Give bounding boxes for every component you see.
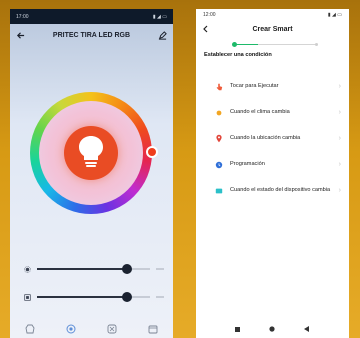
step-dot-next [315, 43, 318, 46]
slider-fill [37, 296, 128, 298]
edit-icon[interactable] [158, 30, 167, 40]
chevron-right-icon: › [338, 161, 341, 169]
chevron-right-icon: › [338, 187, 341, 195]
slider-track[interactable] [37, 264, 150, 274]
condition-item-tap[interactable]: Tocar para Ejecutar › [196, 74, 349, 100]
slider-thumb[interactable] [122, 264, 133, 274]
status-bar: 12:00 ▮ ◢ ▭ [196, 9, 349, 20]
condition-list: Tocar para Ejecutar › Cuando el clima ca… [196, 74, 349, 204]
location-icon [214, 134, 224, 144]
back-icon[interactable] [304, 326, 310, 332]
slider-track[interactable] [37, 292, 150, 302]
chevron-right-icon: › [338, 135, 341, 143]
status-icons: ▮ ◢ ▭ [327, 11, 342, 18]
app-bar: PRITEC TIRA LED RGB [10, 24, 173, 46]
app-bar: Crear Smart [196, 20, 349, 38]
bulb-power-button[interactable] [64, 126, 118, 180]
clock-icon [214, 160, 224, 170]
status-bar: 17:00 ▮ ◢ ▭ [10, 9, 173, 24]
condition-item-device-state[interactable]: Cuando el estado del dispositivo cambia … [196, 178, 349, 204]
tap-icon [214, 82, 224, 92]
step-dot-current [232, 42, 237, 47]
page-title: PRITEC TIRA LED RGB [52, 31, 131, 39]
section-label: Establecer una condición [204, 52, 272, 58]
home-icon[interactable] [269, 326, 275, 332]
create-smart-screen: 12:00 ▮ ◢ ▭ Crear Smart Establecer una c… [196, 9, 349, 338]
color-mode-icon[interactable] [25, 324, 35, 334]
light-bulb-icon [79, 136, 103, 167]
color-picker-knob[interactable] [146, 146, 158, 158]
slider-fill [37, 268, 128, 270]
slider-end [156, 296, 164, 298]
condition-item-weather[interactable]: Cuando el clima cambia › [196, 100, 349, 126]
chevron-right-icon: › [338, 109, 341, 117]
brightness-slider[interactable] [24, 263, 164, 275]
condition-label: Cuando la ubicación cambia [230, 135, 301, 142]
chevron-right-icon: › [338, 83, 341, 91]
light-control-screen: 17:00 ▮ ◢ ▭ PRITEC TIRA LED RGB [10, 9, 173, 338]
weather-icon [214, 108, 224, 118]
status-icons: ▮ ◢ ▭ [152, 13, 167, 20]
condition-label: Cuando el estado del dispositivo cambia [230, 187, 331, 194]
schedule-icon[interactable] [148, 324, 158, 334]
scene-icon[interactable] [107, 324, 117, 334]
status-time: 12:00 [203, 11, 216, 18]
color-wheel-center [39, 101, 143, 205]
temperature-icon [24, 293, 31, 301]
temperature-slider[interactable] [24, 291, 164, 303]
condition-label: Tocar para Ejecutar [230, 83, 279, 90]
page-title: Crear Smart [252, 25, 293, 33]
system-nav-bar [196, 320, 349, 338]
bottom-nav [10, 320, 173, 338]
condition-item-location[interactable]: Cuando la ubicación cambia › [196, 126, 349, 152]
status-time: 17:00 [16, 13, 29, 20]
step-progress [196, 40, 349, 50]
recents-icon[interactable] [234, 326, 240, 332]
device-icon [214, 186, 224, 196]
condition-label: Programación [230, 161, 265, 168]
palette-icon[interactable] [66, 324, 76, 334]
color-wheel[interactable] [30, 92, 158, 214]
slider-end [156, 268, 164, 270]
step-line-done [234, 44, 258, 45]
back-arrow-icon[interactable] [16, 31, 25, 40]
condition-label: Cuando el clima cambia [230, 109, 290, 116]
slider-thumb[interactable] [122, 292, 133, 302]
condition-item-schedule[interactable]: Programación › [196, 152, 349, 178]
brightness-icon [24, 265, 31, 273]
